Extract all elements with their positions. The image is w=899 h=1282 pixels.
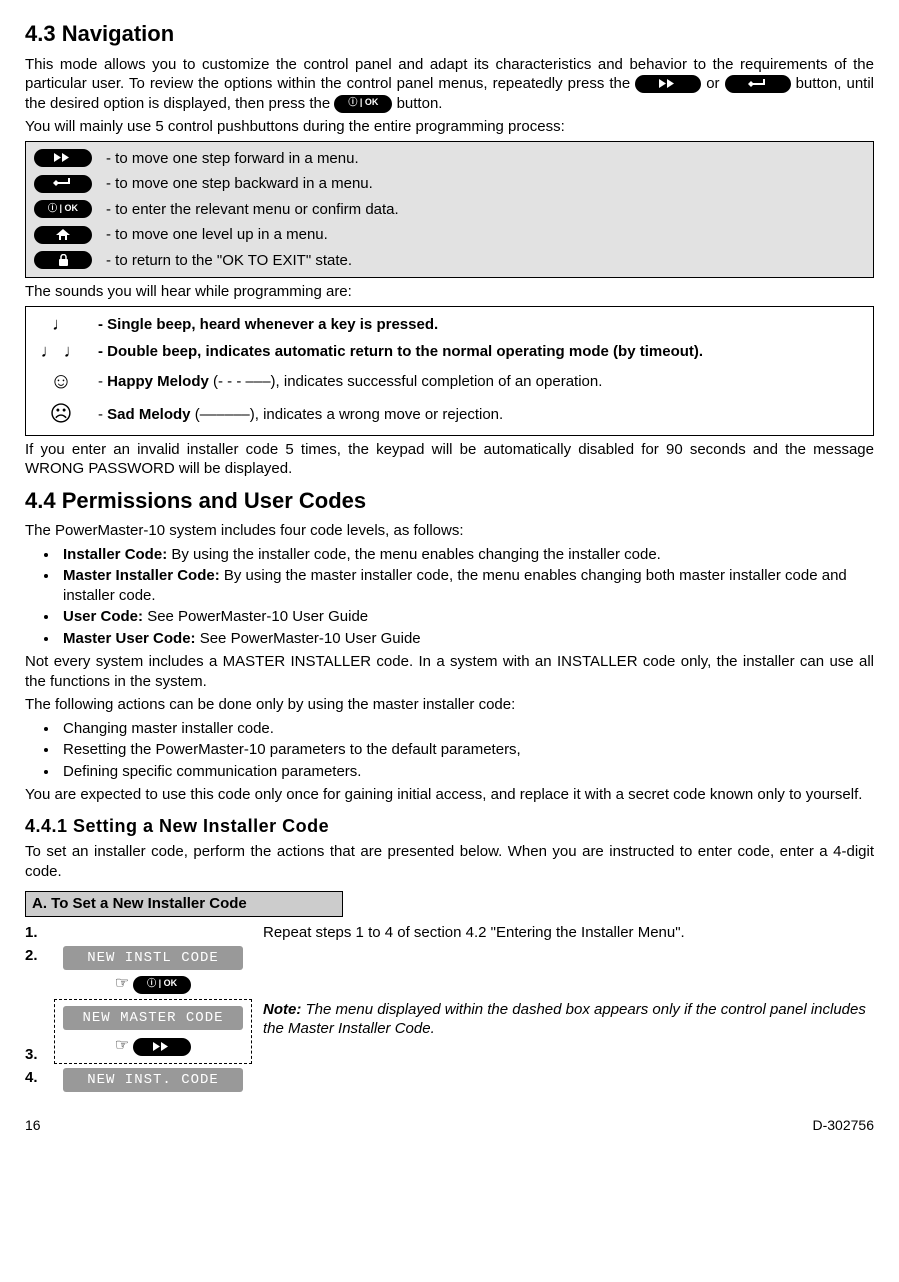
- heading-4-3: 4.3 Navigation: [25, 20, 874, 49]
- procedure-title: A. To Set a New Installer Code: [25, 891, 343, 917]
- lcd-display: NEW INST. CODE: [63, 1068, 243, 1092]
- heading-4-4-1: 4.4.1 Setting a New Installer Code: [25, 815, 874, 838]
- step-number: 1.: [25, 923, 43, 943]
- page-number: 16: [25, 1116, 41, 1134]
- forward-button-icon: [635, 75, 701, 93]
- code-levels-list: Installer Code: By using the installer c…: [25, 545, 874, 649]
- pushbuttons-box: - to move one step forward in a menu. - …: [25, 141, 874, 279]
- sound-desc: - Double beep, indicates automatic retur…: [98, 342, 703, 362]
- list-item: Master Installer Code: By using the mast…: [59, 566, 874, 605]
- button-desc: - to return to the "OK TO EXIT" state.: [106, 251, 865, 271]
- list-item: Changing master installer code.: [59, 719, 874, 739]
- sound-desc: - Single beep, heard whenever a key is p…: [98, 315, 438, 335]
- home-button-icon: [34, 226, 92, 244]
- step-note: Note: The menu displayed within the dash…: [263, 1000, 874, 1039]
- button-desc: - to move one level up in a menu.: [106, 225, 865, 245]
- paragraph: To set an installer code, perform the ac…: [25, 842, 874, 881]
- ok-button-icon: ⓘ | OK: [34, 200, 92, 218]
- ok-button-icon: ⓘ | OK: [133, 976, 191, 994]
- double-beep-icon: ♩ ♩: [34, 340, 88, 363]
- text: or: [706, 75, 724, 92]
- page-footer: 16 D-302756: [25, 1116, 874, 1134]
- paragraph: The PowerMaster-10 system includes four …: [25, 521, 874, 541]
- step-number: 2.: [25, 946, 43, 966]
- press-forward-indicator: ☞: [115, 1036, 191, 1057]
- doc-number: D-302756: [813, 1116, 875, 1134]
- list-item: Resetting the PowerMaster-10 parameters …: [59, 740, 874, 760]
- list-item: Installer Code: By using the installer c…: [59, 545, 874, 565]
- button-desc: - to move one step backward in a menu.: [106, 174, 865, 194]
- dashed-box: NEW MASTER CODE ☞: [54, 999, 252, 1064]
- list-item: Defining specific communication paramete…: [59, 762, 874, 782]
- text: button.: [397, 95, 443, 112]
- ok-button-icon: ⓘ | OK: [334, 95, 392, 113]
- lock-button-icon: [34, 251, 92, 269]
- hand-icon: ☞: [115, 1036, 129, 1057]
- paragraph: You are expected to use this code only o…: [25, 785, 874, 805]
- sad-face-icon: ☹: [34, 400, 88, 429]
- button-desc: - to enter the relevant menu or confirm …: [106, 200, 865, 220]
- step-text: Repeat steps 1 to 4 of section 4.2 "Ente…: [263, 923, 874, 943]
- back-button-icon: [34, 175, 92, 193]
- single-beep-icon: ♩: [34, 313, 88, 336]
- button-desc: - to move one step forward in a menu.: [106, 149, 865, 169]
- paragraph: Not every system includes a MASTER INSTA…: [25, 652, 874, 691]
- sound-desc: - Sad Melody (––––––), indicates a wrong…: [98, 405, 503, 425]
- master-actions-list: Changing master installer code. Resettin…: [25, 719, 874, 782]
- lcd-display: NEW INSTL CODE: [63, 946, 243, 970]
- paragraph: The following actions can be done only b…: [25, 695, 874, 715]
- step-number: 4.: [25, 1068, 43, 1088]
- sound-desc: - Happy Melody (- - - –––), indicates su…: [98, 372, 602, 392]
- list-item: User Code: See PowerMaster-10 User Guide: [59, 607, 874, 627]
- paragraph: The sounds you will hear while programmi…: [25, 282, 874, 302]
- lcd-display: NEW MASTER CODE: [63, 1006, 243, 1030]
- list-item: Master User Code: See PowerMaster-10 Use…: [59, 629, 874, 649]
- paragraph: You will mainly use 5 control pushbutton…: [25, 117, 874, 137]
- heading-4-4: 4.4 Permissions and User Codes: [25, 487, 874, 516]
- paragraph: This mode allows you to customize the co…: [25, 55, 874, 114]
- press-ok-indicator: ☞ ⓘ | OK: [115, 974, 191, 995]
- paragraph: If you enter an invalid installer code 5…: [25, 440, 874, 479]
- happy-face-icon: ☺: [34, 367, 88, 396]
- hand-icon: ☞: [115, 974, 129, 995]
- forward-button-icon: [133, 1038, 191, 1056]
- back-button-icon: [725, 75, 791, 93]
- sounds-box: ♩ - Single beep, heard whenever a key is…: [25, 306, 874, 436]
- step-number: 3.: [25, 1045, 43, 1065]
- forward-button-icon: [34, 149, 92, 167]
